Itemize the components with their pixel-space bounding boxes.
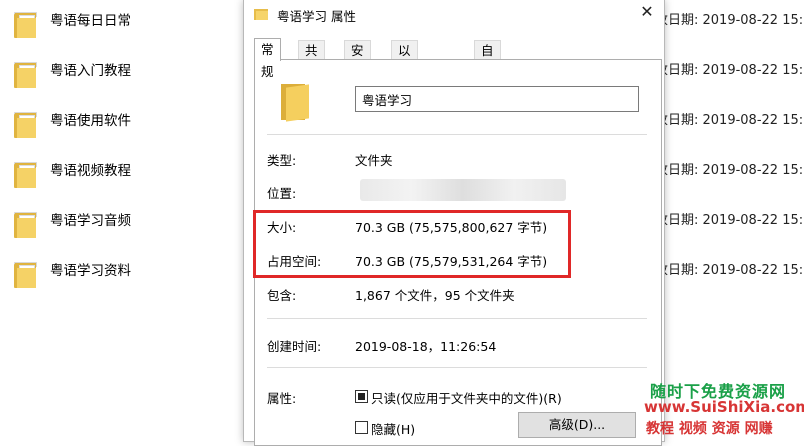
attributes-label: 属性: — [267, 391, 297, 406]
divider — [267, 134, 647, 135]
modified-date: 改日期: 2019-08-22 15:08 — [655, 263, 804, 278]
tab-security[interactable]: 安全 — [344, 40, 371, 77]
readonly-label[interactable]: 只读(仅应用于文件夹中的文件)(R) — [371, 388, 562, 407]
divider — [267, 367, 647, 368]
folder-name: 粤语视频教程 — [50, 163, 131, 179]
modified-date: 改日期: 2019-08-22 15:07 — [655, 113, 804, 128]
folder-name: 粤语学习资料 — [50, 263, 131, 279]
tab-previous-versions[interactable]: 以前的版本 — [391, 40, 418, 134]
hidden-checkbox[interactable] — [355, 421, 368, 434]
folder-icon — [14, 112, 37, 138]
tab-sharing[interactable]: 共享 — [298, 40, 325, 77]
divider — [267, 318, 647, 319]
advanced-button[interactable]: 高级(D)... — [518, 412, 636, 438]
highlight-box — [253, 210, 571, 278]
folder-icon — [14, 62, 37, 88]
watermark-line2: www.SuiShiXia.com — [644, 398, 804, 416]
folder-name: 粤语每日日常 — [50, 13, 131, 29]
folder-icon — [281, 80, 309, 122]
modified-date: 改日期: 2019-08-22 15:07 — [655, 13, 804, 28]
folder-icon — [14, 262, 37, 288]
folder-icon — [14, 212, 37, 238]
contains-label: 包含: — [267, 288, 297, 303]
location-value-redacted — [360, 179, 566, 201]
tab-customize[interactable]: 自定义 — [474, 40, 501, 96]
type-label: 类型: — [267, 153, 297, 168]
modified-date: 改日期: 2019-08-22 15:08 — [655, 163, 804, 178]
tab-general[interactable]: 常规 — [254, 38, 281, 79]
created-label: 创建时间: — [267, 339, 322, 354]
type-value: 文件夹 — [355, 153, 393, 168]
readonly-checkbox[interactable] — [355, 390, 368, 403]
close-button[interactable]: ✕ — [630, 0, 664, 26]
folder-icon — [254, 7, 268, 20]
contains-value: 1,867 个文件，95 个文件夹 — [355, 288, 515, 303]
folder-name: 粤语使用软件 — [50, 113, 131, 129]
folder-name: 粤语学习音频 — [50, 213, 131, 229]
hidden-label[interactable]: 隐藏(H) — [371, 419, 415, 438]
modified-date: 改日期: 2019-08-22 15:08 — [655, 213, 804, 228]
modified-date: 改日期: 2019-08-22 15:07 — [655, 63, 804, 78]
dialog-title: 粤语学习 属性 — [277, 9, 356, 24]
folder-icon — [14, 162, 37, 188]
watermark: 随时下免费资源网 www.SuiShiXia.com 教程 视频 资源 网赚 — [640, 375, 804, 441]
created-value: 2019-08-18，11:26:54 — [355, 339, 497, 354]
location-label: 位置: — [267, 186, 297, 201]
title-bar[interactable]: 粤语学习 属性 ✕ — [244, 0, 664, 30]
watermark-line3: 教程 视频 资源 网赚 — [646, 421, 773, 437]
folder-name-field[interactable] — [355, 86, 639, 112]
folder-name: 粤语入门教程 — [50, 63, 131, 79]
folder-icon — [14, 12, 37, 38]
